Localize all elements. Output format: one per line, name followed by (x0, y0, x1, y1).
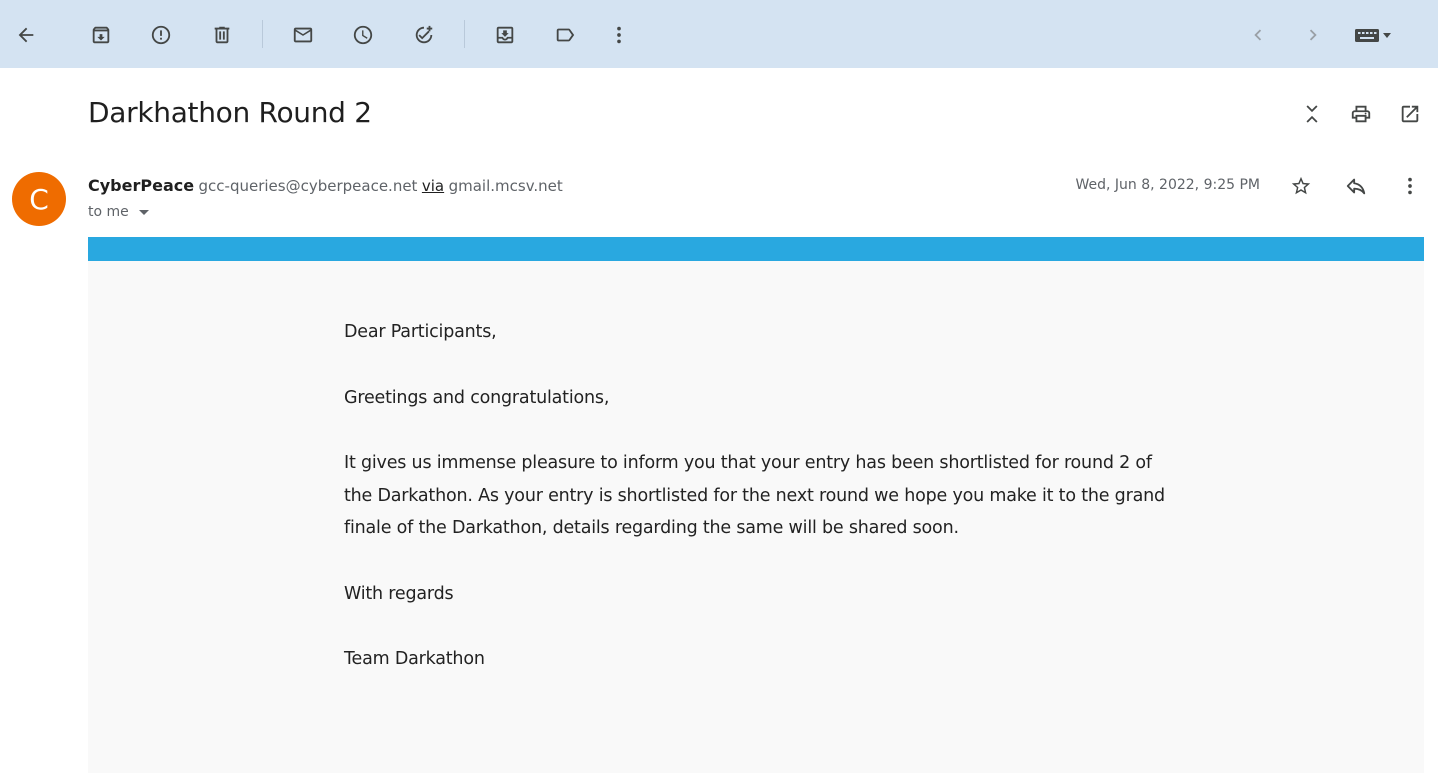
more-vert-icon[interactable] (601, 17, 637, 53)
signature-text: Team Darkathon (344, 649, 485, 669)
archive-icon[interactable] (83, 17, 119, 53)
sender-email: gcc-queries@cyberpeace.net (198, 177, 418, 195)
message-more-icon[interactable] (1394, 170, 1426, 202)
input-tools-icon[interactable] (1348, 17, 1398, 53)
reply-icon[interactable] (1340, 170, 1372, 202)
collapse-all-icon[interactable] (1296, 98, 1328, 130)
closing-text: With regards (344, 583, 454, 604)
delete-icon[interactable] (204, 17, 240, 53)
toolbar (0, 0, 1438, 68)
email-body: Dear Participants, Greetings and congrat… (344, 316, 1184, 709)
email-banner (88, 237, 1424, 261)
recipient-details-toggle[interactable]: to me (88, 204, 149, 220)
add-to-tasks-icon[interactable] (406, 17, 442, 53)
snooze-icon[interactable] (345, 17, 381, 53)
prev-icon[interactable] (1240, 17, 1276, 53)
greeting-text: Dear Participants, (344, 322, 497, 342)
sender-name[interactable]: CyberPeace (88, 176, 194, 195)
via-domain: gmail.mcsv.net (448, 177, 563, 195)
toolbar-divider (464, 20, 465, 48)
greeting-line-2: Greetings and congratulations, (344, 387, 610, 408)
star-icon[interactable] (1285, 170, 1317, 202)
label-icon[interactable] (547, 17, 583, 53)
chevron-down-icon (138, 209, 149, 215)
to-me-label: to me (88, 204, 129, 220)
toolbar-divider (262, 20, 263, 48)
mark-unread-icon[interactable] (285, 17, 321, 53)
email-subject: Darkhathon Round 2 (88, 96, 372, 129)
body-paragraph: It gives us immense pleasure to inform y… (344, 453, 1165, 538)
email-date: Wed, Jun 8, 2022, 9:25 PM (1075, 177, 1261, 193)
print-icon[interactable] (1345, 98, 1377, 130)
move-to-icon[interactable] (487, 17, 523, 53)
next-icon[interactable] (1295, 17, 1331, 53)
open-new-window-icon[interactable] (1394, 98, 1426, 130)
back-icon[interactable] (8, 17, 44, 53)
via-link[interactable]: via (422, 177, 444, 195)
report-spam-icon[interactable] (143, 17, 179, 53)
avatar: C (12, 172, 66, 226)
sender-line: CyberPeace gcc-queries@cyberpeace.net vi… (88, 176, 563, 196)
